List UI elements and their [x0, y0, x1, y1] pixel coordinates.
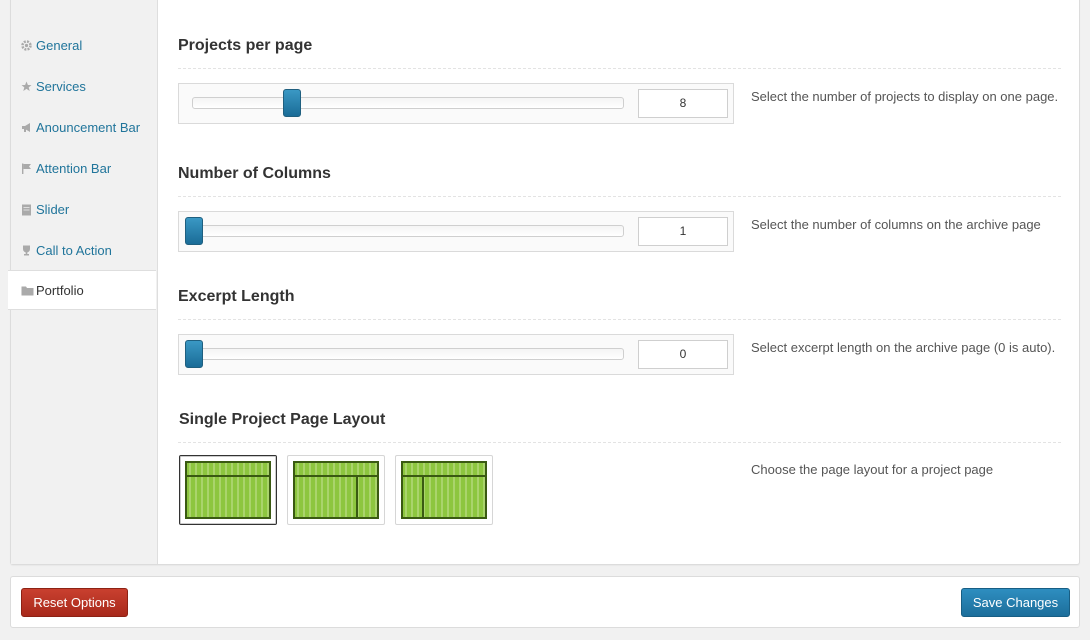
excerpt-length-slider-box: 0	[178, 334, 734, 375]
layout-option-full-width[interactable]	[179, 455, 277, 525]
sidebar-item-slider[interactable]: Slider	[11, 189, 158, 229]
divider	[178, 319, 1061, 320]
divider	[178, 196, 1061, 197]
sidebar: General Services Anouncement Bar Attenti…	[8, 0, 158, 564]
layout-option-left-sidebar[interactable]	[395, 455, 493, 525]
sidebar-item-call-to-action[interactable]: Call to Action	[11, 230, 158, 270]
sidebar-item-general[interactable]: General	[11, 25, 158, 65]
sidebar-item-portfolio[interactable]: Portfolio	[8, 270, 156, 310]
gear-icon	[21, 39, 32, 51]
megaphone-icon	[21, 122, 32, 133]
number-of-columns-slider-handle[interactable]	[185, 217, 203, 245]
options-panel: General Services Anouncement Bar Attenti…	[8, 0, 1080, 565]
sidebar-item-attention-bar[interactable]: Attention Bar	[11, 148, 158, 188]
sidebar-item-label: Anouncement Bar	[36, 119, 141, 135]
full-width-layout-icon	[185, 461, 271, 519]
sidebar-item-label: Services	[36, 78, 86, 94]
excerpt-length-track[interactable]	[192, 348, 624, 360]
folder-icon	[21, 285, 34, 296]
left-sidebar-layout-icon	[401, 461, 487, 519]
excerpt-length-slider-handle[interactable]	[185, 340, 203, 368]
divider	[178, 68, 1061, 69]
sidebar-item-services[interactable]: Services	[11, 66, 158, 106]
projects-per-page-slider-box: 8	[178, 83, 734, 124]
section-title-number-of-columns: Number of Columns	[178, 165, 331, 182]
single-project-layout-description: Choose the page layout for a project pag…	[751, 462, 994, 477]
reset-options-button[interactable]: Reset Options	[21, 588, 128, 617]
section-title-single-project-layout: Single Project Page Layout	[179, 411, 386, 428]
footer-bar: Reset Options Save Changes	[10, 576, 1080, 628]
section-title-projects-per-page: Projects per page	[178, 37, 313, 54]
sidebar-item-label: Slider	[36, 201, 70, 217]
document-icon	[21, 204, 32, 215]
projects-per-page-slider-handle[interactable]	[283, 89, 302, 117]
projects-per-page-description: Select the number of projects to display…	[751, 89, 1059, 104]
number-of-columns-slider-box: 1	[178, 211, 734, 252]
right-sidebar-layout-icon	[293, 461, 379, 519]
sidebar-item-label: General	[36, 37, 83, 53]
flag-icon	[21, 163, 32, 174]
sidebar-item-announcement-bar[interactable]: Anouncement Bar	[11, 107, 158, 147]
projects-per-page-track[interactable]	[192, 97, 624, 109]
divider	[178, 442, 1061, 443]
excerpt-length-description: Select excerpt length on the archive pag…	[751, 340, 1056, 355]
sidebar-item-label: Portfolio	[36, 282, 84, 298]
section-title-excerpt-length: Excerpt Length	[178, 288, 295, 305]
projects-per-page-input[interactable]: 8	[638, 89, 728, 118]
number-of-columns-track[interactable]	[192, 225, 624, 237]
trophy-icon	[21, 245, 32, 256]
number-of-columns-description: Select the number of columns on the arch…	[751, 217, 1041, 232]
sidebar-item-label: Call to Action	[36, 242, 112, 258]
number-of-columns-input[interactable]: 1	[638, 217, 728, 246]
star-icon	[21, 81, 32, 92]
save-changes-button[interactable]: Save Changes	[961, 588, 1070, 617]
layout-option-right-sidebar[interactable]	[287, 455, 385, 525]
excerpt-length-input[interactable]: 0	[638, 340, 728, 369]
sidebar-item-label: Attention Bar	[36, 160, 112, 176]
